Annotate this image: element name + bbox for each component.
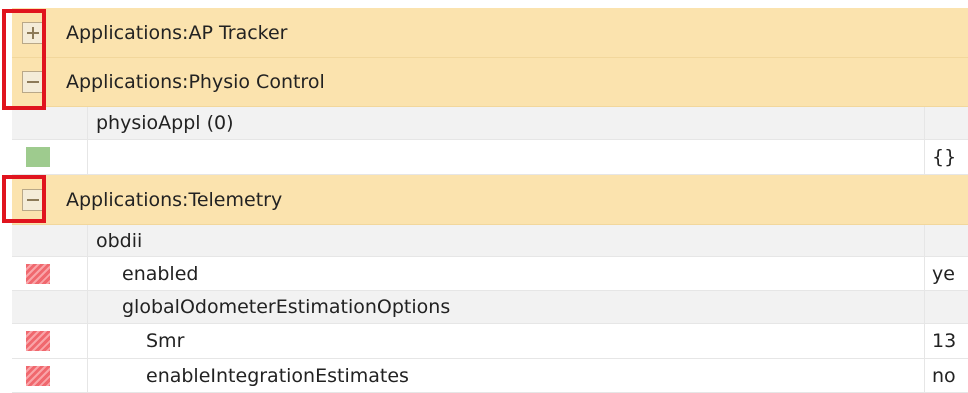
table-row[interactable]: {}	[12, 140, 968, 175]
row-value: {}	[932, 146, 957, 168]
row-value: no	[932, 364, 956, 387]
minus-icon[interactable]	[22, 71, 44, 93]
plus-icon[interactable]	[22, 21, 44, 44]
section-label: physioAppl (0)	[96, 112, 234, 134]
group-label: Applications:Physio Control	[66, 71, 325, 93]
row-label: enableIntegrationEstimates	[146, 364, 409, 387]
group-row-physio-control[interactable]: Applications:Physio Control	[12, 58, 968, 107]
settings-tree-grid: Applications:AP Tracker Applications:Phy…	[12, 8, 968, 393]
row-label: Smr	[146, 330, 185, 352]
section-row-obdii[interactable]: obdii	[12, 225, 968, 257]
row-label: enabled	[122, 262, 199, 285]
status-error-swatch	[26, 263, 50, 284]
group-row-ap-tracker[interactable]: Applications:AP Tracker	[12, 8, 968, 58]
group-row-telemetry[interactable]: Applications:Telemetry	[12, 175, 968, 225]
status-error-swatch	[26, 331, 50, 351]
row-value: ye	[932, 262, 955, 285]
section-label: obdii	[96, 229, 143, 252]
section-row-global-odometer[interactable]: globalOdometerEstimationOptions	[12, 291, 968, 324]
section-row-physioappl[interactable]: physioAppl (0)	[12, 107, 968, 140]
group-label: Applications:Telemetry	[66, 188, 283, 211]
status-ok-swatch	[26, 147, 50, 167]
group-label: Applications:AP Tracker	[66, 21, 288, 44]
section-label: globalOdometerEstimationOptions	[122, 296, 451, 318]
table-row[interactable]: enabled ye	[12, 257, 968, 291]
table-row[interactable]: enableIntegrationEstimates no	[12, 359, 968, 393]
row-value: 13	[932, 330, 957, 352]
minus-icon[interactable]	[22, 188, 44, 211]
table-row[interactable]: Smr 13	[12, 324, 968, 359]
